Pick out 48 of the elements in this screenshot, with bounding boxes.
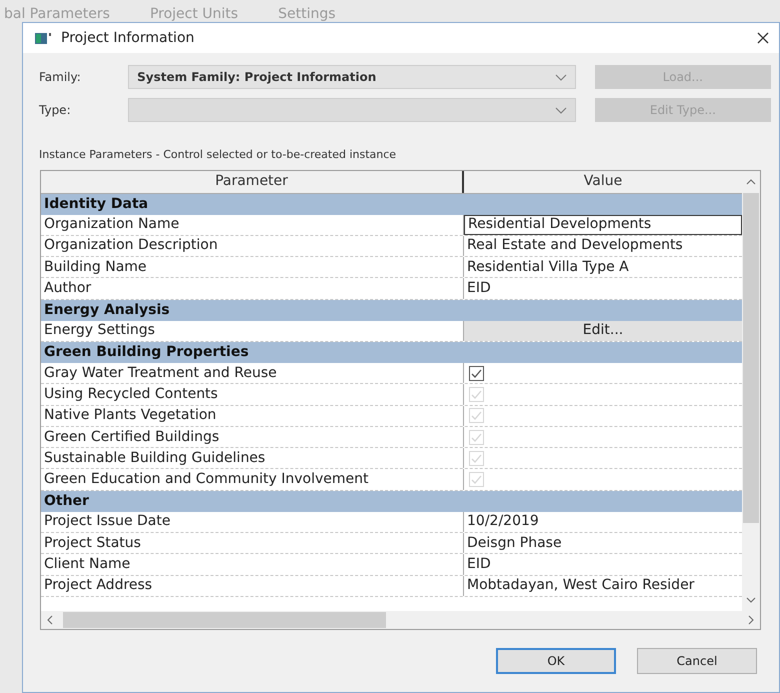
window-icon <box>35 32 53 44</box>
value-field[interactable]: Real Estate and Developments <box>464 236 742 256</box>
parameter-name: Building Name <box>41 257 464 278</box>
parameter-name: Author <box>41 278 464 299</box>
window-title: Project Information <box>61 28 194 48</box>
column-header[interactable]: Value <box>464 170 742 192</box>
parameter-name: Organization Description <box>41 236 464 256</box>
cancel-button[interactable]: Cancel <box>637 648 757 674</box>
value-field[interactable]: Mobtadayan, West Cairo Resider <box>464 576 742 596</box>
parameter-name: Native Plants Vegetation <box>41 406 464 426</box>
group-header[interactable]: Green Building Properties <box>41 342 742 363</box>
value-field[interactable]: Residential Villa Type A <box>464 257 742 278</box>
parameter-name: Sustainable Building Guidelines <box>41 448 464 468</box>
group-header[interactable]: Other <box>41 490 742 512</box>
parameter-name: Using Recycled Contents <box>41 384 464 405</box>
checkbox[interactable] <box>469 366 484 381</box>
vertical-scrollbar[interactable] <box>742 170 760 610</box>
edit-button[interactable]: Edit... <box>464 320 742 341</box>
scroll-down-icon[interactable] <box>746 596 756 602</box>
parameter-name: Green Education and Community Involvement <box>41 469 464 490</box>
scroll-right-icon[interactable] <box>748 614 754 624</box>
parameter-name: Project Issue Date <box>41 512 464 532</box>
group-header[interactable]: Energy Analysis <box>41 300 742 321</box>
scroll-thumb[interactable] <box>63 612 386 628</box>
field-label: Type: <box>39 102 72 119</box>
parameter-name: Organization Name <box>41 214 464 235</box>
value-field[interactable]: EID <box>464 278 742 299</box>
parameter-name: Client Name <box>41 554 464 575</box>
section-label: Instance Parameters - Control selected or to-be-created instance <box>39 147 398 163</box>
group-header[interactable]: Identity Data <box>41 194 742 214</box>
scroll-thumb[interactable] <box>743 192 759 522</box>
scroll-left-icon[interactable] <box>47 614 53 624</box>
value-field[interactable]: Deisgn Phase <box>464 533 742 554</box>
close-icon[interactable] <box>757 32 769 44</box>
horizontal-scrollbar[interactable] <box>41 610 760 628</box>
value-field[interactable]: EID <box>464 554 742 575</box>
chevron-icon <box>554 74 567 80</box>
ok-button[interactable]: OK <box>496 648 616 674</box>
scroll-up-icon[interactable] <box>746 178 756 184</box>
parameter-name: Project Address <box>41 576 464 596</box>
value-field[interactable]: Residential Developments <box>464 214 742 235</box>
parameter-name: Gray Water Treatment and Reuse <box>41 362 464 384</box>
value-field[interactable]: 10/2/2019 <box>464 512 742 532</box>
chevron-icon <box>554 106 567 114</box>
family-dropdown[interactable]: System Family: Project Information <box>128 65 576 89</box>
parameter-name: Project Status <box>41 533 464 554</box>
field-label: Family: <box>39 69 82 86</box>
parameter-name: Green Certified Buildings <box>41 426 464 448</box>
